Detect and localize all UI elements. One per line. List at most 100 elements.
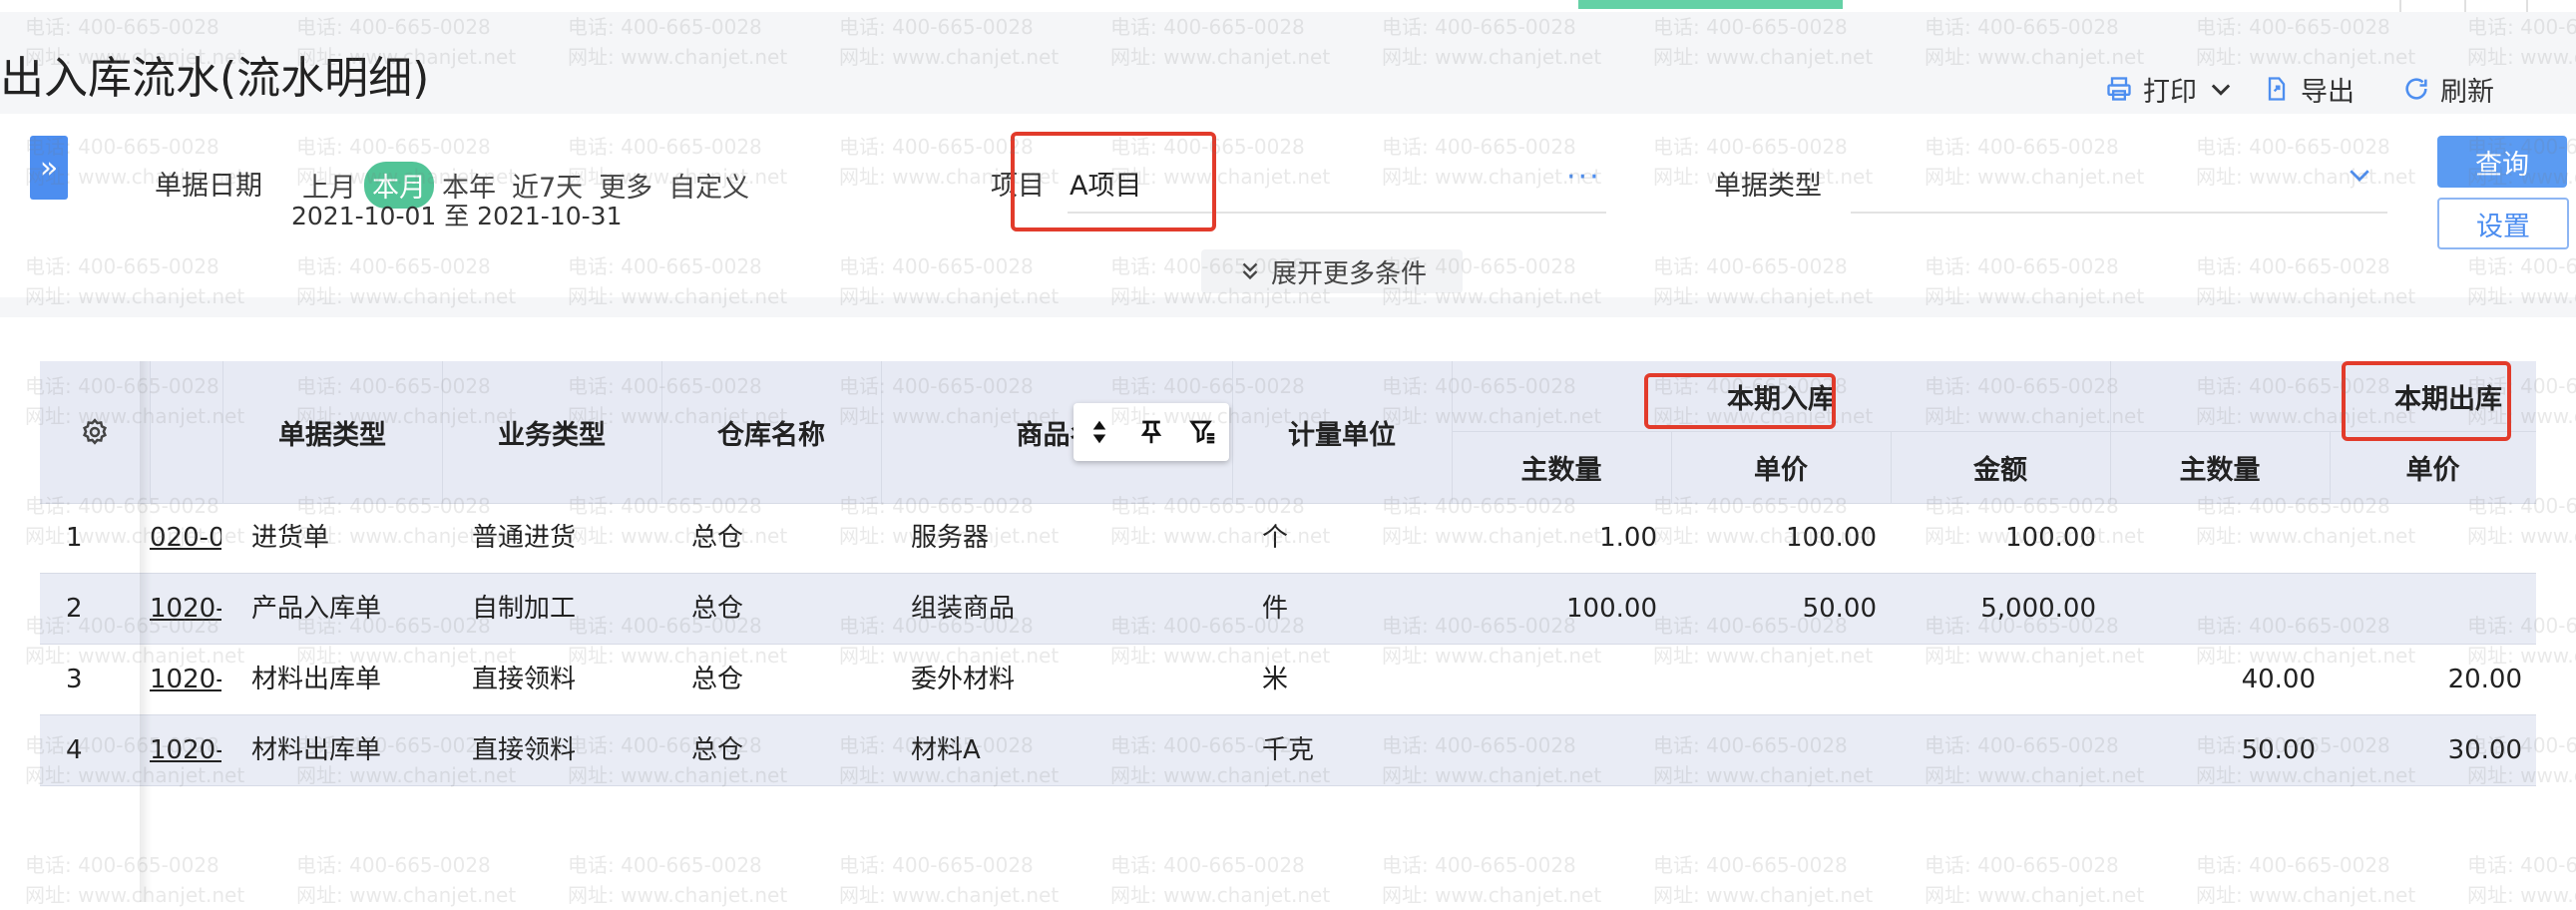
date-range: 2021-10-01 至 2021-10-31: [291, 202, 623, 230]
print-label: 打印: [2143, 76, 2197, 108]
watermark-text: 电话: 400-665-0028网址: www.chanjet.net: [2467, 853, 2576, 907]
gear-icon[interactable]: [80, 417, 110, 447]
watermark-text: 电话: 400-665-0028网址: www.chanjet.net: [2196, 853, 2416, 907]
printer-icon: [2107, 77, 2131, 101]
header-out-price[interactable]: 单价: [2330, 431, 2536, 503]
cell-in-amount: 100.00: [2005, 523, 2096, 553]
header-in-amount[interactable]: 金额: [1891, 431, 2110, 503]
table-row[interactable]: 1 020-0 进货单 普通进货 总仓 服务器 个 1.00 100.00 10…: [40, 503, 2536, 574]
cell-warehouse: 总仓: [691, 594, 744, 624]
cell-doc-type: 材料出库单: [251, 735, 382, 765]
header-in-qty[interactable]: 主数量: [1452, 431, 1671, 503]
expand-more-button[interactable]: 展开更多条件: [1201, 249, 1463, 293]
cell-biz-type: 直接领料: [472, 665, 577, 694]
column-tools-popover: [1073, 403, 1229, 461]
doc-code-link[interactable]: 1020-: [150, 645, 221, 714]
doc-type-filter-label: 单据类型: [1714, 171, 1822, 202]
table-row[interactable]: 3 1020- 材料出库单 直接领料 总仓 委外材料 米 40.00 20.00: [40, 645, 2536, 715]
doc-code-link[interactable]: 1020-: [150, 574, 221, 644]
chevron-down-icon[interactable]: [2345, 160, 2374, 190]
export-icon: [2268, 77, 2286, 101]
cell-in-amount: 5,000.00: [1980, 594, 2096, 624]
doc-type-select-underline: [1851, 212, 2387, 214]
row-number: 3: [66, 665, 83, 694]
pin-icon[interactable]: [1136, 417, 1166, 447]
header-biz-type[interactable]: 业务类型: [442, 361, 661, 503]
cell-biz-type: 自制加工: [472, 594, 577, 624]
chevron-down-icon: [2211, 84, 2231, 96]
query-button[interactable]: 查询: [2437, 136, 2567, 188]
watermark-text: 电话: 400-665-0028网址: www.chanjet.net: [1382, 853, 1602, 907]
expand-sidebar-button[interactable]: »: [30, 136, 68, 200]
print-button[interactable]: 打印: [2105, 64, 2235, 114]
cell-in-price: 50.00: [1802, 594, 1877, 624]
cell-out-qty: [2110, 574, 2316, 644]
cell-out-price: 20.00: [2447, 665, 2522, 694]
doc-code-link[interactable]: 020-0: [150, 503, 221, 573]
cell-in-qty: [1452, 715, 1657, 785]
cell-unit: 千克: [1262, 735, 1315, 765]
cell-in-price: [1671, 645, 1877, 714]
highlight-project-filter: [1011, 132, 1216, 231]
cell-out-qty: 40.00: [2241, 665, 2316, 694]
refresh-label: 刷新: [2440, 76, 2494, 108]
refresh-button[interactable]: 刷新: [2402, 64, 2494, 114]
cell-in-price: [1671, 715, 1877, 785]
watermark-text: 电话: 400-665-0028网址: www.chanjet.net: [568, 853, 788, 907]
table-header: 单据类型 业务类型 仓库名称 商品名 计量单位 本期入库 本期出库 主数量 单价…: [40, 361, 2536, 504]
table-row[interactable]: 2 1020- 产品入库单 自制加工 总仓 组装商品 件 100.00 50.0…: [40, 574, 2536, 645]
strip-divider: [2464, 0, 2466, 12]
highlight-out-group-header: [2342, 361, 2511, 441]
cell-in-qty: 100.00: [1566, 594, 1657, 624]
cell-warehouse: 总仓: [691, 735, 744, 765]
cell-unit: 件: [1262, 594, 1289, 624]
header-warehouse[interactable]: 仓库名称: [661, 361, 881, 503]
more-dots-icon[interactable]: ···: [1566, 160, 1601, 195]
cell-out-price: 30.00: [2447, 735, 2522, 765]
export-label: 导出: [2301, 76, 2355, 108]
header-out-qty[interactable]: 主数量: [2110, 431, 2330, 503]
double-chevron-down-icon: [1242, 262, 1258, 280]
filter-icon[interactable]: [1188, 417, 1218, 447]
expand-more-label: 展开更多条件: [1270, 258, 1427, 289]
settings-button[interactable]: 设置: [2437, 198, 2569, 249]
sort-icon[interactable]: [1084, 417, 1114, 447]
active-tab-indicator: [1578, 0, 1843, 9]
strip-divider: [2526, 0, 2528, 12]
cell-product: 委外材料: [911, 665, 1016, 694]
cell-biz-type: 直接领料: [472, 735, 577, 765]
cell-doc-type: 进货单: [251, 523, 330, 553]
chip-custom[interactable]: 自定义: [660, 162, 757, 209]
cell-unit: 个: [1262, 523, 1289, 553]
watermark-text: 电话: 400-665-0028网址: www.chanjet.net: [25, 853, 245, 907]
page-header: 出入库流水(流水明细) 打印 导出 刷新: [0, 12, 2576, 114]
cell-warehouse: 总仓: [691, 665, 744, 694]
header-unit[interactable]: 计量单位: [1232, 361, 1452, 503]
watermark-text: 电话: 400-665-0028网址: www.chanjet.net: [1110, 853, 1331, 907]
watermark-text: 电话: 400-665-0028网址: www.chanjet.net: [839, 853, 1060, 907]
cell-warehouse: 总仓: [691, 523, 744, 553]
table-row[interactable]: 4 1020- 材料出库单 直接领料 总仓 材料A 千克 50.00 30.00: [40, 715, 2536, 786]
page-title: 出入库流水(流水明细): [0, 53, 430, 104]
row-number: 4: [66, 735, 83, 765]
header-doc-type[interactable]: 单据类型: [222, 361, 442, 503]
cell-in-qty: 1.00: [1599, 523, 1657, 553]
cell-in-qty: [1452, 645, 1657, 714]
expand-sidebar-icon: »: [39, 150, 59, 186]
cell-out-price: [2330, 503, 2522, 573]
refresh-icon: [2405, 78, 2427, 100]
cell-in-amount: [1891, 715, 2096, 785]
row-number: 1: [66, 523, 83, 553]
cell-product: 服务器: [911, 523, 990, 553]
cell-doc-type: 材料出库单: [251, 665, 382, 694]
cell-doc-type: 产品入库单: [251, 594, 382, 624]
cell-out-price: [2330, 574, 2522, 644]
cell-product: 材料A: [911, 735, 981, 765]
section-separator: [0, 297, 2576, 317]
doc-code-link[interactable]: 1020-: [150, 715, 221, 785]
highlight-in-group-header: [1644, 373, 1836, 429]
frozen-column-shadow: [140, 361, 152, 902]
watermark-text: 电话: 400-665-0028网址: www.chanjet.net: [1925, 853, 2145, 907]
export-button[interactable]: 导出: [2263, 64, 2355, 114]
header-in-price[interactable]: 单价: [1671, 431, 1891, 503]
